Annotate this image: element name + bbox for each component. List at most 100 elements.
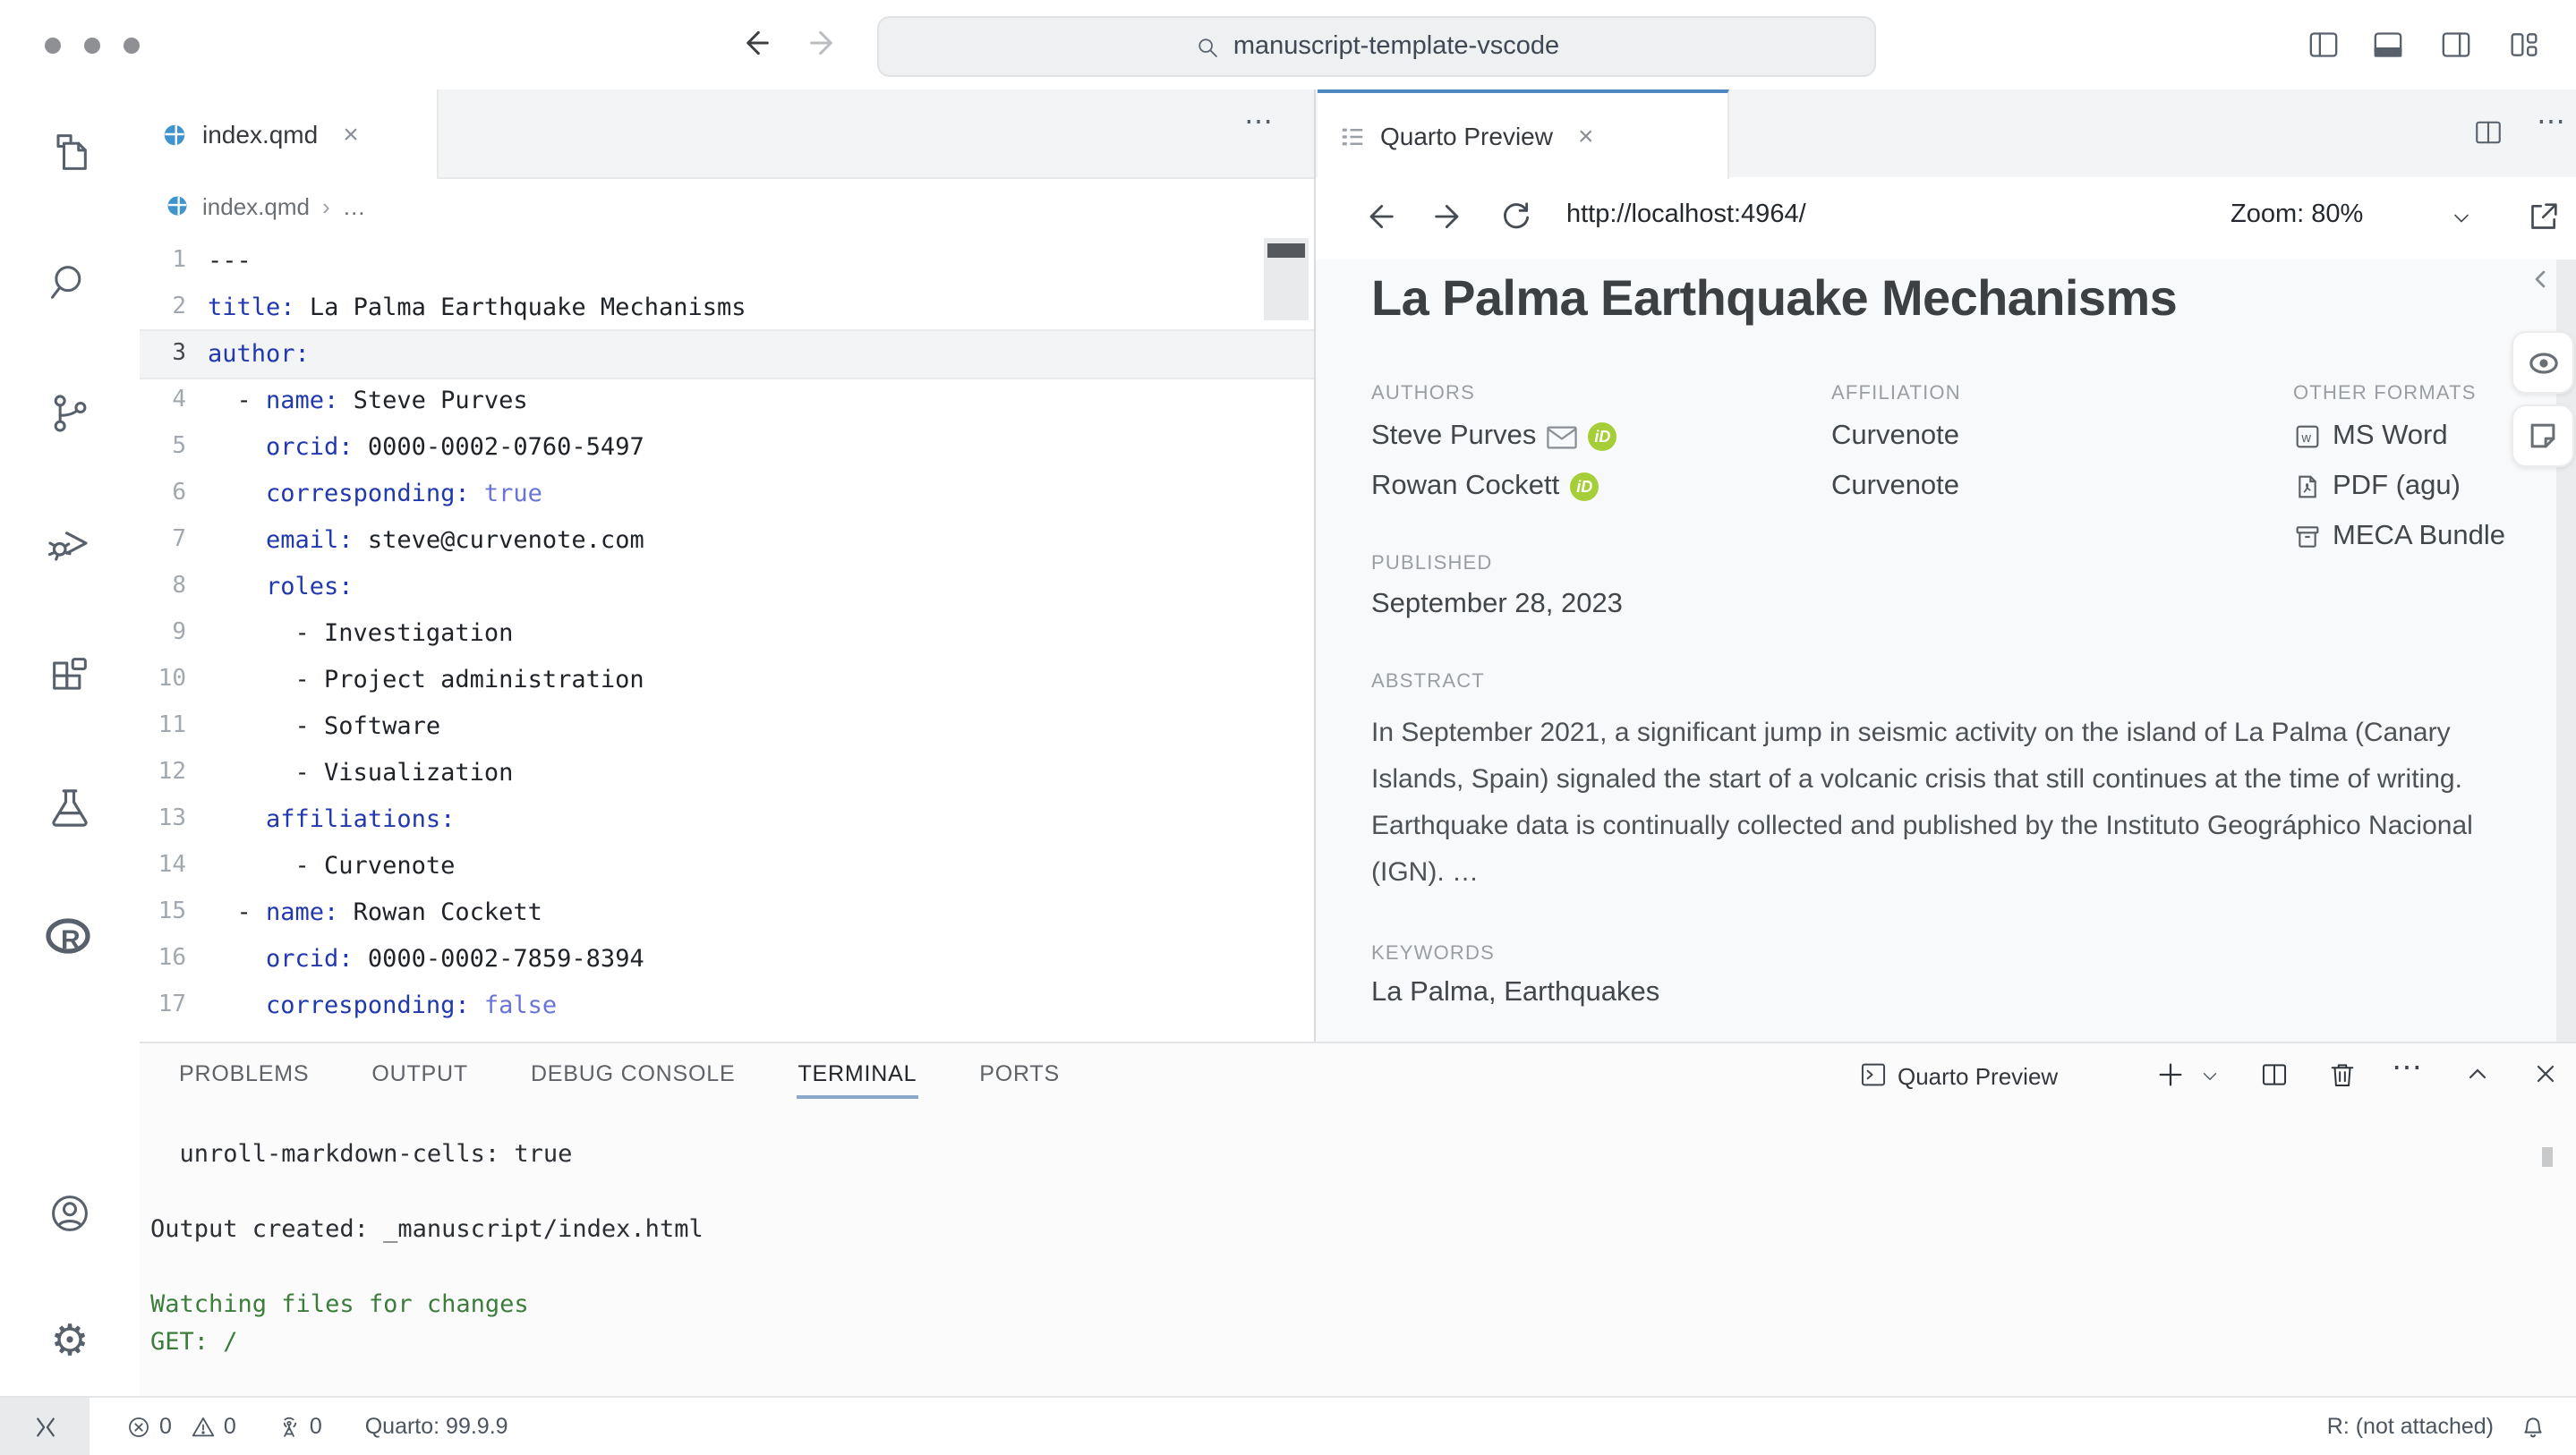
terminal-icon (1858, 1059, 1889, 1090)
collapse-chevron-icon[interactable] (2526, 265, 2555, 294)
window-zoom-button[interactable] (124, 38, 140, 54)
line-number: 6 (140, 471, 186, 517)
window-close-button[interactable] (45, 38, 61, 54)
open-external-icon[interactable] (2526, 199, 2562, 234)
accounts-icon[interactable] (47, 1190, 93, 1237)
document-title: La Palma Earthquake Mechanisms (1371, 270, 2177, 328)
terminal-line: Watching files for changes (150, 1287, 704, 1324)
editor-more-actions-icon[interactable]: ⋯ (1244, 104, 1275, 140)
preview-back-icon[interactable] (1362, 199, 1398, 234)
preview-group: Quarto Preview × ⋯ http://localhost:4964… (1314, 89, 2576, 1042)
code-line: 17 corresponding: false (140, 983, 1314, 1029)
line-number: 7 (140, 517, 186, 564)
preview-list-icon (1339, 123, 1366, 149)
panel-more-actions-icon[interactable]: ⋯ (2392, 1051, 2424, 1086)
history-forward-button[interactable] (806, 25, 841, 61)
zoom-dropdown-chevron-icon[interactable] (2449, 206, 2474, 231)
customize-layout-button[interactable] (2506, 27, 2542, 63)
terminal-dropdown-chevron-icon[interactable] (2198, 1065, 2222, 1088)
terminal-line: unroll-markdown-cells: true (150, 1136, 704, 1174)
quarto-version-status[interactable]: Quarto: 99.9.9 (365, 1414, 508, 1439)
code-text: roles: (186, 564, 354, 610)
terminal-scrollbar[interactable] (2542, 1147, 2553, 1167)
breadcrumb-file[interactable]: index.qmd (202, 192, 310, 219)
tab-quarto-preview[interactable]: Quarto Preview × (1318, 89, 1729, 179)
code-text: affiliations: (186, 796, 455, 843)
svg-text:R: R (61, 925, 81, 955)
history-back-button[interactable] (738, 25, 773, 61)
terminal-output[interactable]: unroll-markdown-cells: true Output creat… (150, 1136, 704, 1362)
window-minimize-button[interactable] (84, 38, 100, 54)
terminal-session-label[interactable]: Quarto Preview (1898, 1063, 2058, 1090)
ports-count: 0 (310, 1414, 322, 1439)
author-name: Steve Purves (1371, 421, 1536, 453)
code-line: 13 affiliations: (140, 796, 1314, 843)
orcid-icon[interactable]: iD (1570, 472, 1599, 501)
line-number: 17 (140, 983, 186, 1029)
tab-close-icon[interactable]: × (343, 119, 359, 149)
preview-url[interactable]: http://localhost:4964/ (1566, 200, 1806, 229)
preview-refresh-icon[interactable] (1498, 199, 1534, 234)
preview-more-actions-icon[interactable]: ⋯ (2537, 104, 2567, 140)
affiliation-label: AFFILIATION (1831, 383, 1961, 404)
problems-status[interactable]: 0 0 (125, 1413, 236, 1440)
keywords-label: KEYWORDS (1371, 943, 1495, 965)
preview-forward-icon[interactable] (1430, 199, 1466, 234)
preview-notes-button[interactable] (2512, 404, 2574, 467)
panel-tab-terminal[interactable]: TERMINAL (796, 1045, 918, 1102)
toggle-panel-button[interactable] (2370, 27, 2406, 63)
extensions-icon[interactable] (47, 651, 93, 698)
ports-status[interactable]: 0 (276, 1413, 322, 1440)
run-debug-icon[interactable] (46, 519, 94, 567)
editor-scrollbar-handle[interactable] (1267, 243, 1305, 258)
keywords-text: La Palma, Earthquakes (1371, 977, 1659, 1009)
panel-tab-problems[interactable]: PROBLEMS (177, 1045, 311, 1102)
title-bar: manuscript-template-vscode (0, 0, 2576, 91)
line-number: 11 (140, 703, 186, 750)
settings-gear-icon[interactable]: ⚙ (50, 1319, 89, 1362)
breadcrumb[interactable]: index.qmd › … (140, 179, 1339, 233)
explorer-icon[interactable] (47, 129, 93, 175)
format-link[interactable]: MECA Bundle (2293, 512, 2505, 562)
status-bar: 0 0 0 Quarto: 99.9.9 R: (not attached) (0, 1396, 2576, 1455)
published-label: PUBLISHED (1371, 553, 1493, 574)
meca-icon (2293, 523, 2322, 551)
kill-terminal-trash-icon[interactable] (2327, 1059, 2358, 1090)
preview-toolbar: http://localhost:4964/ Zoom: 80% (1316, 177, 2576, 261)
source-control-icon[interactable] (47, 390, 93, 437)
tab-close-icon[interactable]: × (1578, 121, 1594, 151)
orcid-icon[interactable]: iD (1588, 422, 1616, 451)
panel-tab-debug-console[interactable]: DEBUG CONSOLE (529, 1045, 738, 1102)
testing-beaker-icon[interactable] (46, 784, 94, 832)
email-icon[interactable] (1547, 425, 1577, 448)
new-terminal-plus-icon[interactable] (2155, 1059, 2186, 1090)
remote-indicator[interactable] (0, 1398, 90, 1455)
format-link[interactable]: PDF (agu) (2293, 462, 2505, 512)
code-text: email: steve@curvenote.com (186, 517, 644, 564)
format-link[interactable]: wMS Word (2293, 412, 2505, 462)
breadcrumb-more[interactable]: … (343, 192, 366, 219)
line-number: 2 (140, 285, 186, 331)
preview-visibility-button[interactable] (2512, 331, 2574, 394)
r-status[interactable]: R: (not attached) (2327, 1414, 2494, 1439)
code-text: corresponding: false (186, 983, 557, 1029)
r-language-icon[interactable]: R (43, 913, 97, 959)
panel-tab-ports[interactable]: PORTS (977, 1045, 1062, 1102)
notifications-bell-icon[interactable] (2519, 1412, 2547, 1441)
code-editor[interactable]: 1---2title: La Palma Earthquake Mechanis… (140, 233, 1314, 1042)
command-center-search[interactable]: manuscript-template-vscode (877, 16, 1876, 77)
split-editor-icon[interactable] (2472, 116, 2504, 149)
panel-tab-output[interactable]: OUTPUT (370, 1045, 470, 1102)
search-sidebar-icon[interactable] (47, 260, 93, 306)
panel-tab-bar: PROBLEMS OUTPUT DEBUG CONSOLE TERMINAL PORTS (177, 1043, 1062, 1104)
maximize-panel-chevron-icon[interactable] (2463, 1059, 2492, 1088)
split-terminal-icon[interactable] (2259, 1059, 2290, 1090)
tab-index-qmd[interactable]: index.qmd × (140, 89, 439, 179)
terminal-line: Output created: _manuscript/index.html (150, 1212, 704, 1249)
preview-zoom-level[interactable]: Zoom: 80% (2231, 200, 2363, 229)
code-text: - name: Rowan Cockett (186, 889, 542, 936)
toggle-primary-sidebar-button[interactable] (2306, 27, 2341, 63)
toggle-secondary-sidebar-button[interactable] (2438, 27, 2474, 63)
code-line: 9 - Investigation (140, 610, 1314, 657)
close-panel-icon[interactable] (2531, 1059, 2560, 1088)
